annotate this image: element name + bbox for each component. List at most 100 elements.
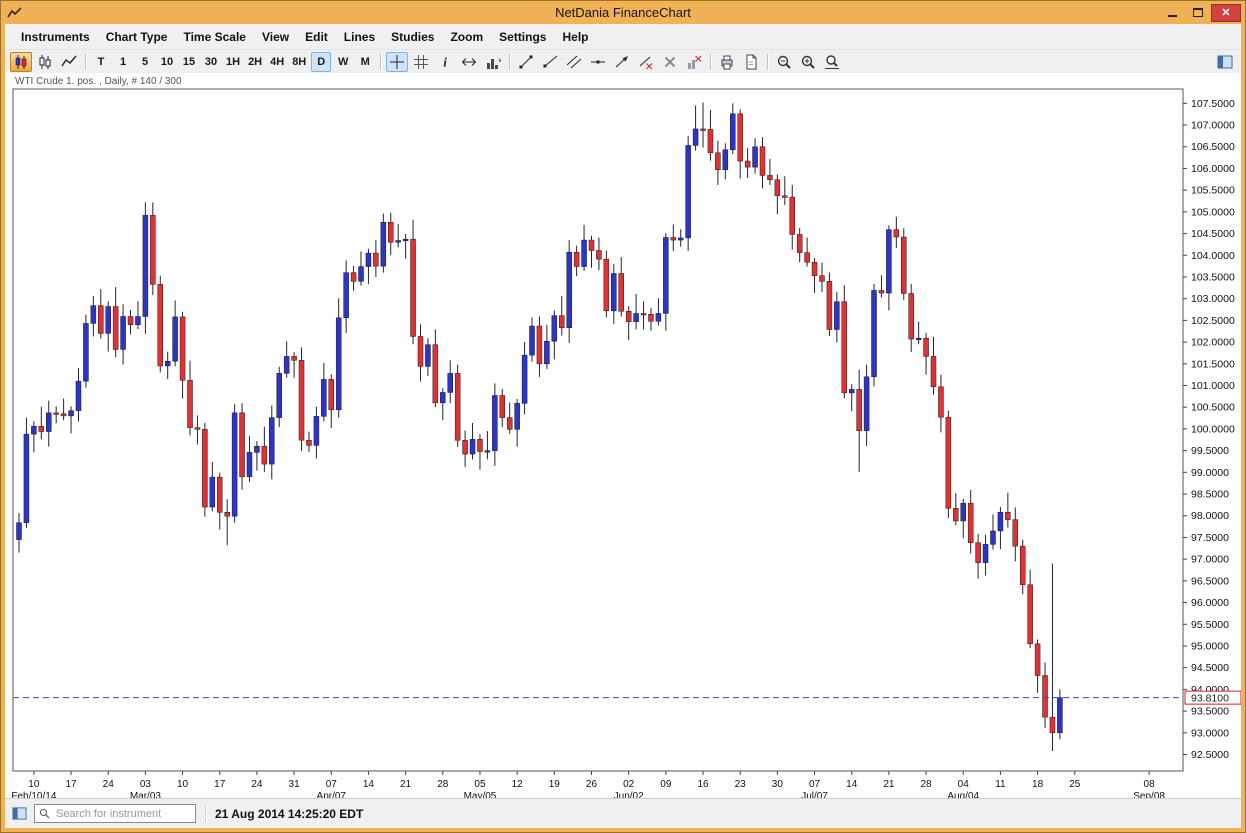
timescale-15m-button[interactable]: 15: [179, 52, 199, 72]
y-axis-label: 103.5000: [1191, 271, 1235, 283]
x-axis-day-label: 23: [735, 779, 747, 790]
removeline-icon: [638, 54, 654, 70]
menu-zoom[interactable]: Zoom: [442, 27, 491, 47]
grid-button[interactable]: [410, 52, 432, 72]
zoom-in-button[interactable]: [797, 52, 819, 72]
remove-studies-button[interactable]: [683, 52, 705, 72]
chart-type-line-button[interactable]: [58, 52, 80, 72]
y-axis-label: 102.5000: [1191, 315, 1235, 327]
y-axis-label: 107.5000: [1191, 98, 1235, 110]
draw-arrow-button[interactable]: [611, 52, 633, 72]
y-axis-label: 106.0000: [1191, 163, 1235, 175]
volume-button[interactable]: v: [482, 52, 504, 72]
candle: [240, 403, 245, 489]
channel-icon: [566, 54, 582, 70]
timescale-monthly-button[interactable]: M: [355, 52, 375, 72]
chart-area: WTI Crude 1. pos. , Daily, # 140 / 30010…: [5, 73, 1241, 798]
candle: [143, 202, 148, 334]
timescale-4h-button[interactable]: 4H: [267, 52, 287, 72]
menu-lines[interactable]: Lines: [336, 27, 383, 47]
draw-hline-button[interactable]: [587, 52, 609, 72]
y-axis-label: 100.0000: [1191, 423, 1235, 435]
menu-settings[interactable]: Settings: [491, 27, 554, 47]
y-axis-label: 94.5000: [1191, 662, 1229, 674]
export-button[interactable]: [740, 52, 762, 72]
draw-trendline-button[interactable]: [515, 52, 537, 72]
scroll-horizontal-button[interactable]: [458, 52, 480, 72]
zoomin-icon: [800, 54, 816, 70]
y-axis-label: 95.5000: [1191, 619, 1229, 631]
print-button[interactable]: [716, 52, 738, 72]
svg-text:v: v: [499, 58, 502, 64]
x-axis-day-label: 28: [921, 779, 933, 790]
dock-panel-toggle-button[interactable]: [11, 805, 28, 822]
zoom-out-button[interactable]: [773, 52, 795, 72]
timescale-daily-button[interactable]: D: [311, 52, 331, 72]
timescale-tick-button[interactable]: T: [91, 52, 111, 72]
arrow-icon: [614, 54, 630, 70]
timescale-30m-button[interactable]: 30: [201, 52, 221, 72]
y-axis-label: 93.0000: [1191, 727, 1229, 739]
ray-icon: [542, 54, 558, 70]
maximize-button[interactable]: [1185, 4, 1211, 22]
x-axis-day-label: 11: [995, 779, 1006, 790]
volume-icon: v: [485, 54, 501, 70]
timescale-5m-button[interactable]: 5: [135, 52, 155, 72]
candle: [946, 411, 951, 518]
minimize-button[interactable]: [1159, 4, 1185, 22]
y-axis-label: 93.5000: [1191, 706, 1229, 718]
x-axis-month-label: Jul/07: [801, 791, 828, 798]
candle: [842, 285, 847, 398]
search-icon: [39, 808, 50, 819]
y-axis-label: 101.0000: [1191, 380, 1235, 392]
y-axis-label: 104.5000: [1191, 228, 1235, 240]
x-axis-day-label: 07: [809, 779, 821, 790]
timescale-10m-button[interactable]: 10: [157, 52, 177, 72]
x-axis-day-label: 17: [214, 779, 226, 790]
timescale-1h-button[interactable]: 1H: [223, 52, 243, 72]
menu-studies[interactable]: Studies: [383, 27, 442, 47]
toolbar: T151015301H2H4H8HDWMiv: [5, 49, 1241, 73]
dock-panel-button[interactable]: [1214, 52, 1236, 72]
chart-type-bars-button[interactable]: [34, 52, 56, 72]
search-input[interactable]: [54, 807, 191, 821]
menu-instruments[interactable]: Instruments: [13, 27, 98, 47]
crosshair-button[interactable]: [386, 52, 408, 72]
window-controls: ✕: [1159, 1, 1241, 24]
menu-view[interactable]: View: [254, 27, 297, 47]
toolbar-separator: [85, 54, 86, 70]
info-icon: i: [437, 54, 453, 70]
zoom-range-button[interactable]: [821, 52, 843, 72]
panel-icon: [12, 806, 27, 821]
timescale-weekly-button[interactable]: W: [333, 52, 353, 72]
menu-time-scale[interactable]: Time Scale: [175, 27, 253, 47]
y-axis-label: 101.5000: [1191, 358, 1235, 370]
plot-area[interactable]: [13, 89, 1183, 771]
remove-all-button[interactable]: [659, 52, 681, 72]
info-button[interactable]: i: [434, 52, 456, 72]
x-axis-day-label: 02: [623, 779, 635, 790]
y-axis-label: 97.0000: [1191, 554, 1229, 566]
candle: [232, 404, 237, 523]
timescale-1m-button[interactable]: 1: [113, 52, 133, 72]
search-box: [34, 804, 196, 823]
removestudies-icon: [686, 54, 702, 70]
candle: [202, 423, 207, 517]
y-axis-label: 99.5000: [1191, 445, 1229, 457]
hline-icon: [590, 54, 606, 70]
menu-help[interactable]: Help: [554, 27, 596, 47]
trendline-icon: [518, 54, 534, 70]
y-axis-label: 97.5000: [1191, 532, 1229, 544]
candle: [24, 418, 29, 528]
remove-line-button[interactable]: [635, 52, 657, 72]
close-button[interactable]: ✕: [1211, 4, 1241, 22]
timescale-8h-button[interactable]: 8H: [289, 52, 309, 72]
menu-chart-type[interactable]: Chart Type: [98, 27, 176, 47]
menu-edit[interactable]: Edit: [297, 27, 336, 47]
grid-icon: [413, 54, 429, 70]
draw-channel-button[interactable]: [563, 52, 585, 72]
draw-ray-button[interactable]: [539, 52, 561, 72]
timescale-2h-button[interactable]: 2H: [245, 52, 265, 72]
y-axis-label: 96.0000: [1191, 597, 1229, 609]
chart-type-candles-button[interactable]: [10, 52, 32, 72]
